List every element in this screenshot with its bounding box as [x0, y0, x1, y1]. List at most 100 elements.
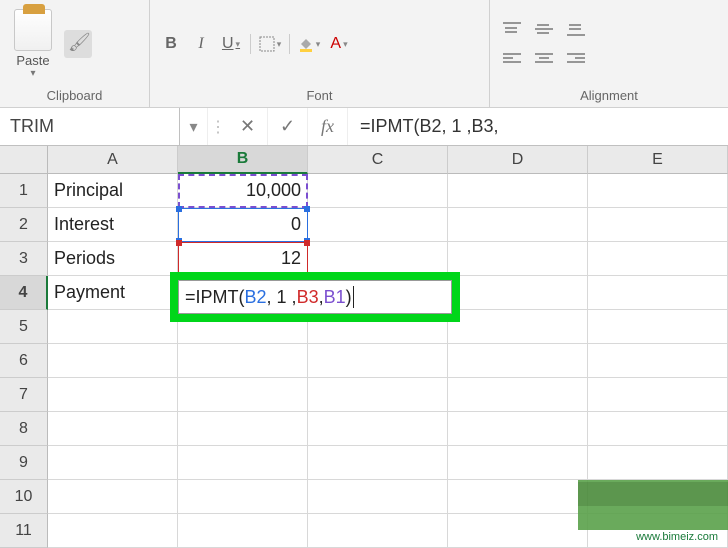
paste-button[interactable]: Paste ▾: [8, 7, 58, 81]
cell-c3[interactable]: [308, 242, 448, 276]
row-head-5[interactable]: 5: [0, 310, 48, 344]
format-painter-icon[interactable]: [64, 30, 92, 58]
cell-b11[interactable]: [178, 514, 308, 548]
cell-d10[interactable]: [448, 480, 588, 514]
row-head-4[interactable]: 4: [0, 276, 48, 310]
clipboard-icon: [14, 9, 52, 51]
font-color-button[interactable]: A: [326, 31, 352, 57]
row-head-9[interactable]: 9: [0, 446, 48, 480]
cell-b8[interactable]: [178, 412, 308, 446]
row-head-11[interactable]: 11: [0, 514, 48, 548]
underline-button[interactable]: U: [218, 31, 244, 57]
cell-c2[interactable]: [308, 208, 448, 242]
cell-a7[interactable]: [48, 378, 178, 412]
chevron-down-icon[interactable]: ▾: [30, 68, 35, 79]
cell-e9[interactable]: [588, 446, 728, 480]
cell-a3[interactable]: Periods: [48, 242, 178, 276]
cancel-button[interactable]: ✕: [228, 108, 268, 145]
cell-e8[interactable]: [588, 412, 728, 446]
align-center-button[interactable]: [530, 47, 558, 71]
group-label-font: Font: [158, 84, 481, 105]
group-label-alignment: Alignment: [498, 84, 720, 105]
cell-d9[interactable]: [448, 446, 588, 480]
cell-d1[interactable]: [448, 174, 588, 208]
ribbon-group-font: B I U A Font: [150, 0, 490, 107]
select-all-corner[interactable]: [0, 146, 48, 174]
cell-c6[interactable]: [308, 344, 448, 378]
align-top-button[interactable]: [498, 17, 526, 41]
group-label-clipboard: Clipboard: [8, 84, 141, 105]
cell-e6[interactable]: [588, 344, 728, 378]
cell-c11[interactable]: [308, 514, 448, 548]
row-head-10[interactable]: 10: [0, 480, 48, 514]
cell-a6[interactable]: [48, 344, 178, 378]
formula-sep1: , 1 ,: [267, 287, 297, 308]
cell-b2[interactable]: 0: [178, 208, 308, 242]
borders-button[interactable]: [257, 31, 283, 57]
cell-a10[interactable]: [48, 480, 178, 514]
row-head-2[interactable]: 2: [0, 208, 48, 242]
cell-a5[interactable]: [48, 310, 178, 344]
col-head-c[interactable]: C: [308, 146, 448, 174]
cell-c9[interactable]: [308, 446, 448, 480]
cell-c7[interactable]: [308, 378, 448, 412]
align-bottom-button[interactable]: [562, 17, 590, 41]
bold-button[interactable]: B: [158, 31, 184, 57]
cell-b9[interactable]: [178, 446, 308, 480]
align-middle-button[interactable]: [530, 17, 558, 41]
cell-e4[interactable]: [588, 276, 728, 310]
row-head-7[interactable]: 7: [0, 378, 48, 412]
cell-a8[interactable]: [48, 412, 178, 446]
cell-e3[interactable]: [588, 242, 728, 276]
cell-e5[interactable]: [588, 310, 728, 344]
paste-label: Paste: [16, 53, 49, 68]
align-left-button[interactable]: [498, 47, 526, 71]
align-right-button[interactable]: [562, 47, 590, 71]
name-box-dropdown[interactable]: ▾: [180, 108, 208, 145]
column-header-row: A B C D E: [0, 146, 728, 174]
cell-d3[interactable]: [448, 242, 588, 276]
col-head-b[interactable]: B: [178, 146, 308, 174]
cell-a9[interactable]: [48, 446, 178, 480]
insert-function-button[interactable]: fx: [308, 108, 348, 145]
ribbon-group-clipboard: Paste ▾ Clipboard: [0, 0, 150, 107]
watermark-url: www.bimeiz.com: [632, 530, 722, 544]
cell-c8[interactable]: [308, 412, 448, 446]
cell-d5[interactable]: [448, 310, 588, 344]
italic-button[interactable]: I: [188, 31, 214, 57]
cell-d2[interactable]: [448, 208, 588, 242]
cell-b10[interactable]: [178, 480, 308, 514]
enter-button[interactable]: ✓: [268, 108, 308, 145]
font-color-label: A: [330, 35, 341, 53]
cell-e7[interactable]: [588, 378, 728, 412]
col-head-a[interactable]: A: [48, 146, 178, 174]
cell-b1[interactable]: 10,000: [178, 174, 308, 208]
cell-editor[interactable]: =IPMT(B2, 1 ,B3, B1): [178, 280, 452, 314]
name-box[interactable]: TRIM: [0, 108, 180, 145]
cell-e1[interactable]: [588, 174, 728, 208]
cell-a1[interactable]: Principal: [48, 174, 178, 208]
cell-d8[interactable]: [448, 412, 588, 446]
cell-c10[interactable]: [308, 480, 448, 514]
cell-e2[interactable]: [588, 208, 728, 242]
col-head-d[interactable]: D: [448, 146, 588, 174]
cell-a11[interactable]: [48, 514, 178, 548]
row-head-1[interactable]: 1: [0, 174, 48, 208]
cell-a2[interactable]: Interest: [48, 208, 178, 242]
cell-d4[interactable]: [448, 276, 588, 310]
row-head-3[interactable]: 3: [0, 242, 48, 276]
row-head-8[interactable]: 8: [0, 412, 48, 446]
cell-c1[interactable]: [308, 174, 448, 208]
cell-b7[interactable]: [178, 378, 308, 412]
cell-b6[interactable]: [178, 344, 308, 378]
formula-input[interactable]: =IPMT(B2, 1 ,B3,: [348, 112, 728, 141]
cell-b3[interactable]: 12: [178, 242, 308, 276]
fill-color-button[interactable]: [296, 31, 322, 57]
row-head-6[interactable]: 6: [0, 344, 48, 378]
cell-d7[interactable]: [448, 378, 588, 412]
cell-d11[interactable]: [448, 514, 588, 548]
cell-a4[interactable]: Payment: [48, 276, 178, 310]
col-head-e[interactable]: E: [588, 146, 728, 174]
cell-d6[interactable]: [448, 344, 588, 378]
formula-bar: TRIM ▾ ⋮ ✕ ✓ fx =IPMT(B2, 1 ,B3,: [0, 108, 728, 146]
